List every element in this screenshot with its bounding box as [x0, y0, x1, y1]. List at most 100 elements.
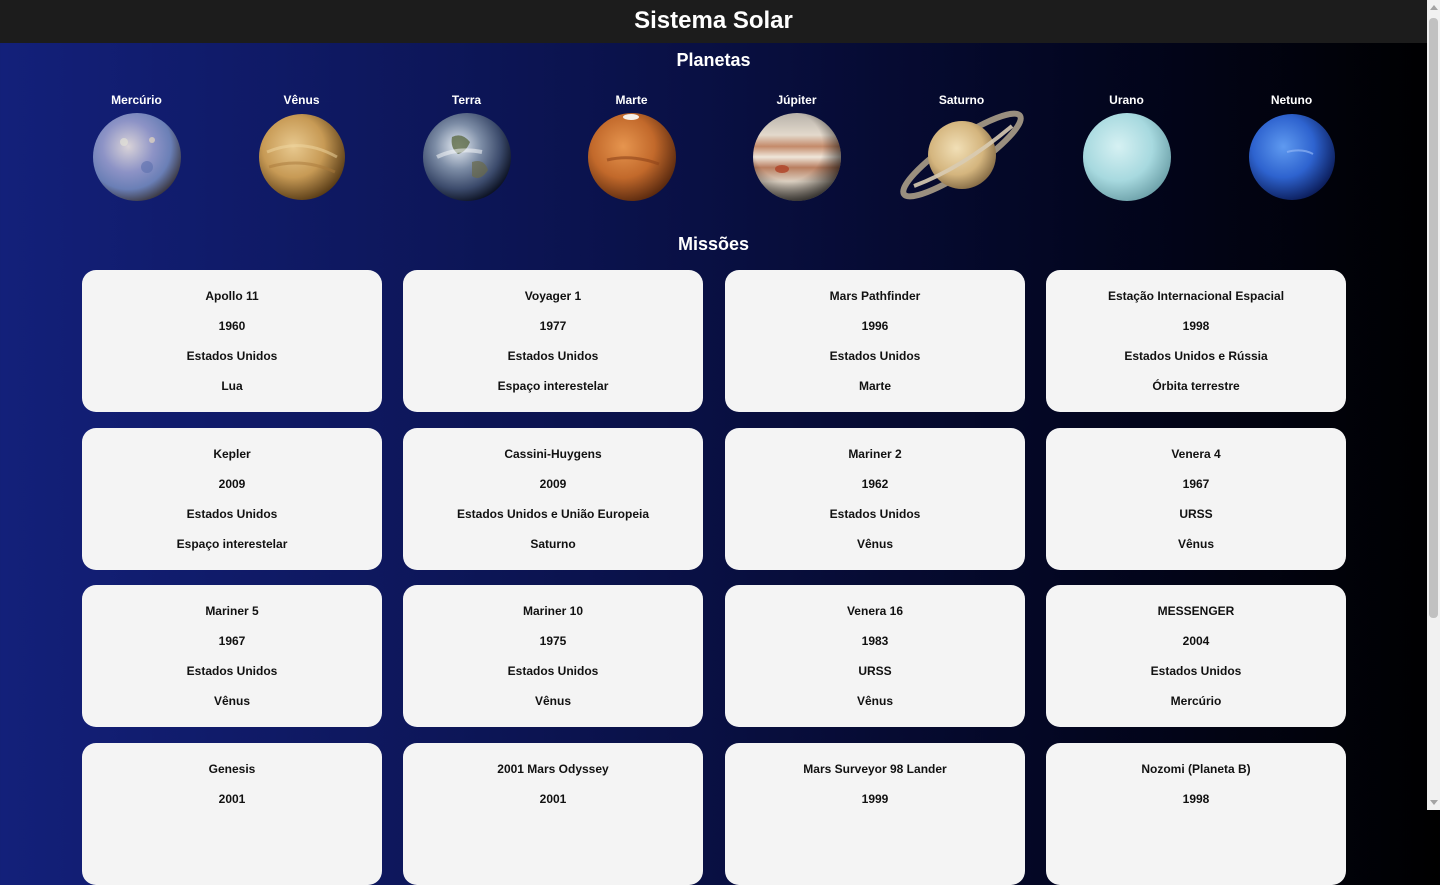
planet-mars[interactable]: Marte — [549, 92, 714, 202]
planet-venus[interactable]: Vênus — [219, 92, 384, 202]
planet-earth[interactable]: Terra — [384, 92, 549, 202]
planet-name: Júpiter — [776, 93, 817, 107]
scroll-up-icon[interactable] — [1430, 5, 1438, 10]
mission-country: Estados Unidos — [186, 507, 278, 521]
mission-card[interactable]: Venera 4 1967 URSS Vênus — [1046, 428, 1346, 570]
mission-name: Genesis — [208, 762, 256, 776]
mission-card[interactable]: Genesis 2001 — [82, 743, 382, 885]
mission-year: 2004 — [1182, 634, 1210, 648]
mission-card[interactable]: MESSENGER 2004 Estados Unidos Mercúrio — [1046, 585, 1346, 727]
mission-name: Kepler — [213, 447, 251, 461]
planets-list: Mercúrio Vênus Terra Marte Júpiter Satur… — [54, 92, 1374, 212]
mission-target: Marte — [858, 379, 891, 393]
mission-year: 1983 — [861, 634, 889, 648]
mission-card[interactable]: 2001 Mars Odyssey 2001 — [403, 743, 703, 885]
mission-card[interactable]: Mars Pathfinder 1996 Estados Unidos Mart… — [725, 270, 1025, 412]
neptune-icon — [1248, 114, 1335, 200]
mission-target: Saturno — [530, 537, 576, 551]
mission-card[interactable]: Mars Surveyor 98 Lander 1999 — [725, 743, 1025, 885]
mission-card[interactable]: Mariner 10 1975 Estados Unidos Vênus — [403, 585, 703, 727]
mission-year: 1975 — [539, 634, 567, 648]
app-header: Sistema Solar — [0, 0, 1427, 43]
earth-icon — [422, 113, 511, 201]
planet-name: Mercúrio — [111, 93, 162, 107]
mission-target: Lua — [221, 379, 243, 393]
mission-country: URSS — [1179, 507, 1213, 521]
mission-country: Estados Unidos — [507, 664, 599, 678]
mission-card[interactable]: Nozomi (Planeta B) 1998 — [1046, 743, 1346, 885]
planet-name: Marte — [615, 93, 648, 107]
mission-card[interactable]: Voyager 1 1977 Estados Unidos Espaço int… — [403, 270, 703, 412]
mission-name: Venera 4 — [1171, 447, 1221, 461]
mission-target: Espaço interestelar — [176, 537, 288, 551]
mission-card[interactable]: Venera 16 1983 URSS Vênus — [725, 585, 1025, 727]
mission-target: Vênus — [534, 694, 571, 708]
planet-saturn[interactable]: Saturno — [879, 92, 1044, 202]
planet-mercury[interactable]: Mercúrio — [54, 92, 219, 202]
mission-year: 1996 — [861, 319, 889, 333]
mission-card[interactable]: Mariner 2 1962 Estados Unidos Vênus — [725, 428, 1025, 570]
mission-country: Estados Unidos — [186, 664, 278, 678]
planet-name: Vênus — [283, 93, 320, 107]
mission-country: Estados Unidos — [829, 349, 921, 363]
mercury-icon — [92, 113, 181, 201]
mission-country: Estados Unidos — [1150, 664, 1242, 678]
mission-name: Cassini-Huygens — [504, 447, 602, 461]
mission-country: Estados Unidos — [186, 349, 278, 363]
mission-target: Mercúrio — [1170, 694, 1222, 708]
mission-name: Nozomi (Planeta B) — [1141, 762, 1251, 776]
missions-section-title: Missões — [677, 234, 750, 254]
planet-name: Netuno — [1270, 93, 1313, 107]
page-title: Sistema Solar — [634, 7, 793, 34]
mission-year: 1998 — [1182, 792, 1210, 806]
planet-name: Terra — [451, 93, 482, 107]
mission-name: 2001 Mars Odyssey — [497, 762, 609, 776]
mission-target: Órbita terrestre — [1152, 379, 1240, 393]
planet-neptune[interactable]: Netuno — [1209, 92, 1374, 202]
mission-name: Mariner 5 — [205, 604, 259, 618]
mars-icon — [587, 113, 676, 201]
planets-section-title: Planetas — [676, 50, 751, 70]
mission-target: Vênus — [856, 694, 893, 708]
saturn-icon — [899, 110, 1024, 200]
mission-card[interactable]: Cassini-Huygens 2009 Estados Unidos e Un… — [403, 428, 703, 570]
uranus-icon — [1082, 113, 1171, 201]
mission-card[interactable]: Estação Internacional Espacial 1998 Esta… — [1046, 270, 1346, 412]
mission-year: 1998 — [1182, 319, 1210, 333]
mission-country: Estados Unidos — [507, 349, 599, 363]
mission-name: Mariner 10 — [522, 604, 584, 618]
mission-target: Vênus — [1177, 537, 1214, 551]
mission-card[interactable]: Kepler 2009 Estados Unidos Espaço intere… — [82, 428, 382, 570]
mission-card[interactable]: Mariner 5 1967 Estados Unidos Vênus — [82, 585, 382, 727]
planet-uranus[interactable]: Urano — [1044, 92, 1209, 202]
mission-year: 2009 — [539, 477, 567, 491]
mission-name: MESSENGER — [1157, 604, 1235, 618]
venus-icon — [258, 114, 345, 200]
mission-year: 1999 — [861, 792, 889, 806]
mission-year: 1962 — [861, 477, 889, 491]
mission-name: Mars Surveyor 98 Lander — [803, 762, 947, 776]
vertical-scrollbar[interactable] — [1427, 0, 1440, 810]
mission-name: Mariner 2 — [848, 447, 902, 461]
mission-year: 1967 — [1182, 477, 1210, 491]
mission-year: 2001 — [218, 792, 246, 806]
mission-year: 1977 — [539, 319, 567, 333]
scrollbar-thumb[interactable] — [1429, 18, 1438, 618]
scroll-down-icon[interactable] — [1430, 800, 1438, 805]
mission-card[interactable]: Apollo 11 1960 Estados Unidos Lua — [82, 270, 382, 412]
jupiter-icon — [752, 113, 841, 201]
mission-country: Estados Unidos e Rússia — [1124, 349, 1268, 363]
planet-jupiter[interactable]: Júpiter — [714, 92, 879, 202]
mission-year: 2001 — [539, 792, 567, 806]
mission-year: 2009 — [218, 477, 246, 491]
mission-country: Estados Unidos e União Europeia — [456, 507, 650, 521]
mission-name: Estação Internacional Espacial — [1107, 289, 1285, 303]
mission-target: Vênus — [856, 537, 893, 551]
mission-target: Espaço interestelar — [497, 379, 609, 393]
mission-country: URSS — [858, 664, 892, 678]
planet-name: Saturno — [938, 93, 985, 107]
mission-name: Mars Pathfinder — [829, 289, 921, 303]
mission-country: Estados Unidos — [829, 507, 921, 521]
mission-target: Vênus — [213, 694, 250, 708]
mission-name: Voyager 1 — [524, 289, 582, 303]
